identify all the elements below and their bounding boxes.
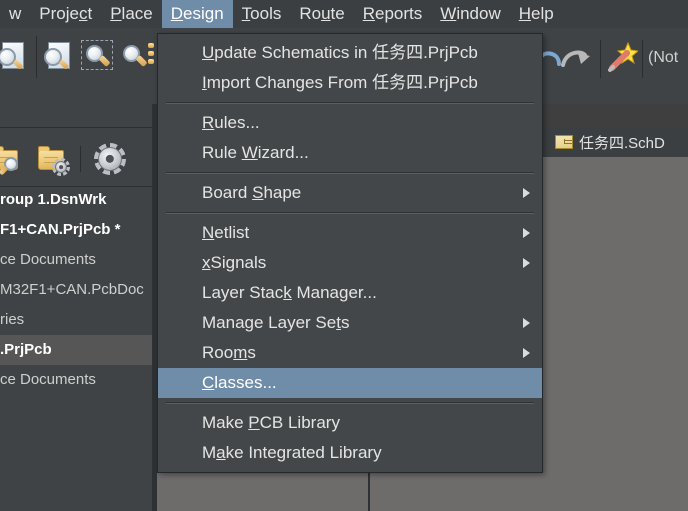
gear-icon[interactable] (94, 143, 126, 175)
project-tree-row[interactable]: ce Documents (0, 245, 152, 275)
submenu-arrow-icon (523, 258, 530, 268)
menu-item-classes[interactable]: Classes... (158, 368, 542, 398)
document-tab-label: 任务四.SchD (579, 134, 665, 152)
menu-item-label: Rooms (202, 343, 256, 362)
zoom-selected-icon[interactable] (121, 40, 159, 74)
menu-item-manage-layer-sets[interactable]: Manage Layer Sets (158, 308, 542, 338)
project-tree-row[interactable]: F1+CAN.PrjPcb * (0, 215, 152, 245)
project-tree-row-label: ce Documents (0, 251, 96, 268)
menu-item-make-integrated-library[interactable]: Make Integrated Library (158, 438, 542, 468)
menu-item-netlist[interactable]: Netlist (158, 218, 542, 248)
toolbar-separator-2 (600, 40, 601, 78)
menu-item-label: Import Changes From 任务四.PrjPcb (202, 73, 478, 92)
project-tree-row[interactable]: M32F1+CAN.PcbDoc (0, 275, 152, 305)
menubar-item-window[interactable]: Window (431, 0, 509, 28)
project-tree-row[interactable]: ries (0, 305, 152, 335)
document-tab[interactable]: 任务四.SchD (547, 127, 673, 157)
menu-item-rooms[interactable]: Rooms (158, 338, 542, 368)
menu-item-label: Rule Wizard... (202, 143, 309, 162)
zoom-document-icon[interactable] (0, 40, 30, 74)
submenu-arrow-icon (523, 318, 530, 328)
menu-separator (166, 172, 534, 174)
toolbar-status-text: (Not (648, 49, 679, 66)
menu-item-label: Classes... (202, 373, 277, 392)
menu-item-rules[interactable]: Rules... (158, 108, 542, 138)
menubar-item-project[interactable]: Project (30, 0, 101, 28)
panel-toolbar-separator (80, 146, 81, 172)
menu-item-label: Layer Stack Manager... (202, 283, 377, 302)
menubar-item-reports[interactable]: Reports (354, 0, 432, 28)
projects-panel: roup 1.DsnWrk F1+CAN.PrjPcb * ce Documents… (0, 104, 152, 511)
menu-item-label: Make Integrated Library (202, 443, 382, 462)
menubar-item-view[interactable]: w (0, 0, 30, 28)
menu-separator (166, 102, 534, 104)
menubar-item-place[interactable]: Place (101, 0, 162, 28)
menu-item-import-changes[interactable]: Import Changes From 任务四.PrjPcb (158, 68, 542, 98)
menu-item-label: Update Schematics in 任务四.PrjPcb (202, 43, 478, 62)
menu-separator (166, 212, 534, 214)
menu-item-label: Board Shape (202, 183, 302, 202)
menu-item-board-shape[interactable]: Board Shape (158, 178, 542, 208)
submenu-arrow-icon (523, 228, 530, 238)
panel-toolbar (0, 127, 152, 187)
menu-item-label: Manage Layer Sets (202, 313, 350, 332)
menu-item-update-schematics[interactable]: Update Schematics in 任务四.PrjPcb (158, 38, 542, 68)
toolbar-separator (36, 36, 37, 78)
menu-item-layer-stack-manager[interactable]: Layer Stack Manager... (158, 278, 542, 308)
project-tree-row-label: roup 1.DsnWrk (0, 191, 107, 208)
menu-item-label: Rules... (202, 113, 260, 132)
menubar: w Project Place Design Tools Route Reports Wind… (0, 0, 688, 28)
menu-item-label: xSignals (202, 253, 267, 272)
schematic-document-icon (555, 135, 573, 149)
zoom-area-icon[interactable] (81, 40, 115, 74)
menu-separator (166, 402, 534, 404)
folder-settings-icon[interactable] (38, 144, 72, 176)
project-tree-row-label: ries (0, 311, 25, 328)
submenu-arrow-icon (523, 348, 530, 358)
redo-icon[interactable] (560, 43, 592, 73)
project-tree-row[interactable]: roup 1.DsnWrk (0, 185, 152, 215)
menubar-item-help[interactable]: Help (510, 0, 563, 28)
toolbar-separator-3 (642, 40, 643, 78)
menu-item-rule-wizard[interactable]: Rule Wizard... (158, 138, 542, 168)
submenu-arrow-icon (523, 188, 530, 198)
menubar-item-design[interactable]: Design (161, 0, 233, 28)
menubar-item-route[interactable]: Route (290, 0, 353, 28)
project-tree-row-label: M32F1+CAN.PcbDoc (0, 281, 144, 298)
project-tree-row[interactable]: .PrjPcb (0, 335, 152, 365)
project-tree-row-label: F1+CAN.PrjPcb * (0, 221, 121, 238)
design-menu-dropdown[interactable]: Update Schematics in 任务四.PrjPcb Import Ch… (157, 33, 543, 473)
wand-icon[interactable] (608, 41, 640, 72)
project-tree-row[interactable]: ce Documents (0, 365, 152, 395)
menubar-item-tools[interactable]: Tools (233, 0, 291, 28)
folder-search-icon[interactable] (0, 144, 26, 176)
zoom-document-fit-icon[interactable] (42, 40, 76, 74)
project-tree-row-label: .PrjPcb (0, 341, 52, 358)
menu-item-label: Make PCB Library (202, 413, 340, 432)
menu-item-label: Netlist (202, 223, 250, 242)
menu-item-make-pcb-library[interactable]: Make PCB Library (158, 408, 542, 438)
project-tree-row-label: ce Documents (0, 371, 96, 388)
menu-item-xsignals[interactable]: xSignals (158, 248, 542, 278)
